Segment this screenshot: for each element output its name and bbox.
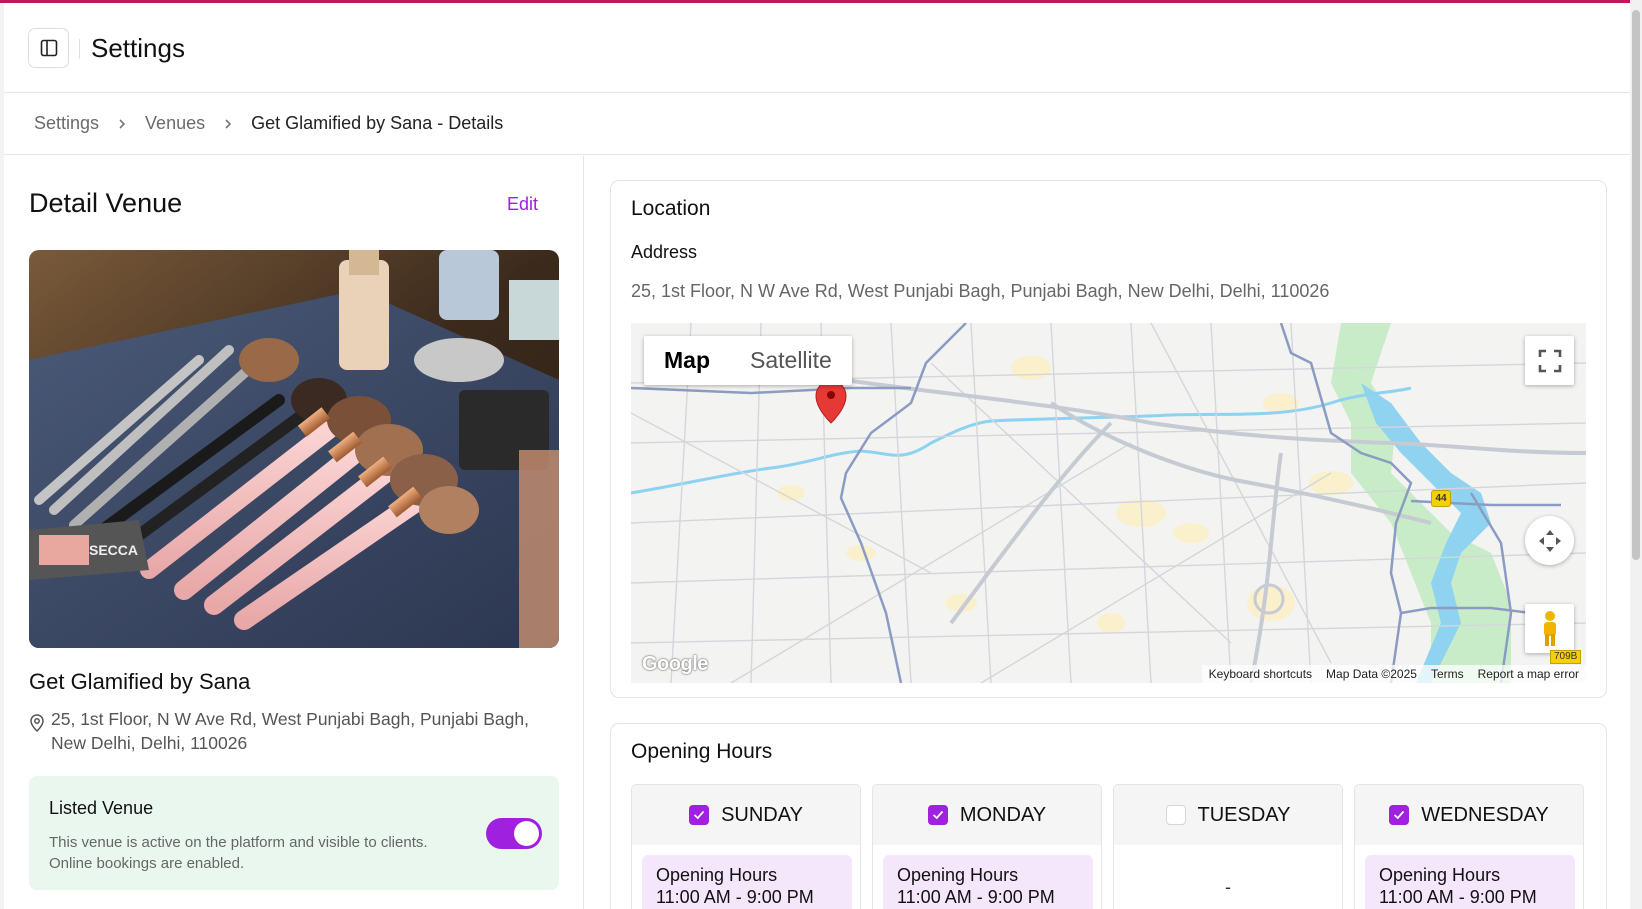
- listed-venue-toggle[interactable]: [486, 818, 542, 849]
- route-shield: 44: [1431, 490, 1451, 507]
- day-name: SUNDAY: [721, 803, 803, 826]
- day-header: WEDNESDAY: [1355, 785, 1583, 845]
- venue-photo: SECCA: [29, 250, 559, 648]
- listed-venue-box: Listed Venue This venue is active on the…: [29, 776, 559, 890]
- breadcrumb-current: Get Glamified by Sana - Details: [251, 113, 504, 133]
- day-header: MONDAY: [873, 785, 1101, 845]
- listed-venue-description: This venue is active on the platform and…: [49, 834, 428, 872]
- day-name: WEDNESDAY: [1421, 803, 1549, 826]
- hours-time: 11:00 AM - 9:00 PM: [1379, 887, 1537, 907]
- address-label: Address: [631, 242, 698, 262]
- report-map-error-link[interactable]: Report a map error: [1471, 665, 1586, 683]
- fullscreen-icon: [1538, 349, 1561, 372]
- map-type-satellite[interactable]: Satellite: [730, 336, 852, 385]
- venue-name: Get Glamified by Sana: [29, 669, 251, 694]
- location-title: Location: [631, 197, 711, 220]
- opening-hours-grid: SUNDAY Opening Hours 11:00 AM - 9:00 PM …: [631, 784, 1584, 909]
- venue-detail-panel: Detail Venue Edit SECCA Get Glamified by…: [4, 156, 584, 909]
- opening-hours-title: Opening Hours: [631, 740, 773, 763]
- location-pin-icon: [29, 707, 51, 755]
- hours-box: Opening Hours 11:00 AM - 9:00 PM: [1365, 855, 1575, 909]
- scrollbar-thumb[interactable]: [1632, 10, 1640, 560]
- map-type-map[interactable]: Map: [644, 336, 730, 385]
- hours-time: 11:00 AM - 9:00 PM: [897, 887, 1055, 907]
- page-scrollbar[interactable]: [1630, 0, 1642, 909]
- road-label: 709B: [1550, 650, 1582, 664]
- map-fullscreen-button[interactable]: [1525, 336, 1574, 385]
- map-camera-control-button[interactable]: [1525, 516, 1574, 565]
- hours-box: Opening Hours 11:00 AM - 9:00 PM: [883, 855, 1093, 909]
- day-name: MONDAY: [959, 803, 1047, 826]
- map-type-control: Map Satellite: [644, 336, 852, 385]
- check-icon: [1394, 810, 1405, 820]
- map-data-text: Map Data ©2025: [1326, 667, 1417, 681]
- opening-hours-card: Opening Hours SUNDAY Opening Hours 11:00…: [610, 723, 1607, 909]
- toggle-knob: [514, 821, 539, 846]
- camera-control-icon: [1538, 529, 1561, 552]
- day-name: TUESDAY: [1197, 803, 1291, 826]
- location-card: Location Address 25, 1st Floor, N W Ave …: [610, 180, 1607, 698]
- hours-time: 11:00 AM - 9:00 PM: [656, 887, 814, 907]
- closed-indicator: -: [1225, 877, 1231, 897]
- check-icon: [932, 810, 944, 820]
- chevron-right-icon: [223, 118, 233, 130]
- detail-venue-title: Detail Venue: [29, 188, 183, 218]
- edit-venue-button[interactable]: Edit: [507, 194, 538, 215]
- day-header: SUNDAY: [632, 785, 860, 845]
- day-column-sunday: SUNDAY Opening Hours 11:00 AM - 9:00 PM: [631, 784, 861, 909]
- listed-venue-title: Listed Venue: [49, 798, 154, 818]
- venue-address-text: 25, 1st Floor, N W Ave Rd, West Punjabi …: [51, 709, 529, 753]
- day-checkbox-monday[interactable]: [927, 805, 948, 825]
- day-column-monday: MONDAY Opening Hours 11:00 AM - 9:00 PM: [872, 784, 1102, 909]
- hours-label: Opening Hours: [897, 865, 1019, 885]
- street-view-button[interactable]: [1525, 604, 1574, 653]
- hours-box: Opening Hours 11:00 AM - 9:00 PM: [642, 855, 852, 909]
- svg-text:SECCA: SECCA: [89, 542, 138, 558]
- pegman-icon: [1543, 610, 1556, 646]
- location-map[interactable]: Map Satellite 44 709B Google Keyboard sh…: [631, 323, 1586, 683]
- breadcrumb-settings[interactable]: Settings: [34, 113, 99, 134]
- header-divider: [79, 39, 80, 59]
- breadcrumb-bar: Settings Venues Get Glamified by Sana - …: [4, 94, 1630, 155]
- terms-link[interactable]: Terms: [1424, 665, 1471, 683]
- sidebar-toggle-button[interactable]: [28, 28, 69, 68]
- day-header: TUESDAY: [1114, 785, 1342, 845]
- sidebar-toggle-icon: [40, 39, 57, 57]
- breadcrumb-venues[interactable]: Venues: [145, 113, 205, 134]
- day-column-wednesday: WEDNESDAY Opening Hours 11:00 AM - 9:00 …: [1354, 784, 1584, 909]
- day-checkbox-wednesday[interactable]: [1389, 805, 1410, 825]
- day-checkbox-sunday[interactable]: [689, 805, 710, 825]
- day-column-tuesday: TUESDAY -: [1113, 784, 1343, 909]
- page-title: Settings: [91, 33, 185, 63]
- chevron-right-icon: [117, 118, 127, 130]
- day-checkbox-tuesday[interactable]: [1165, 805, 1186, 825]
- venue-address: 25, 1st Floor, N W Ave Rd, West Punjabi …: [29, 707, 549, 755]
- keyboard-shortcuts-link[interactable]: Keyboard shortcuts: [1202, 665, 1319, 683]
- address-value: 25, 1st Floor, N W Ave Rd, West Punjabi …: [631, 281, 1330, 301]
- hours-label: Opening Hours: [656, 865, 778, 885]
- check-icon: [693, 810, 705, 820]
- hours-label: Opening Hours: [1379, 865, 1501, 885]
- breadcrumb: Settings Venues Get Glamified by Sana - …: [34, 113, 503, 134]
- google-logo: Google: [642, 653, 708, 675]
- map-footer: Keyboard shortcuts Map Data ©2025 Terms …: [1201, 665, 1586, 683]
- page-header: Settings: [4, 3, 1630, 93]
